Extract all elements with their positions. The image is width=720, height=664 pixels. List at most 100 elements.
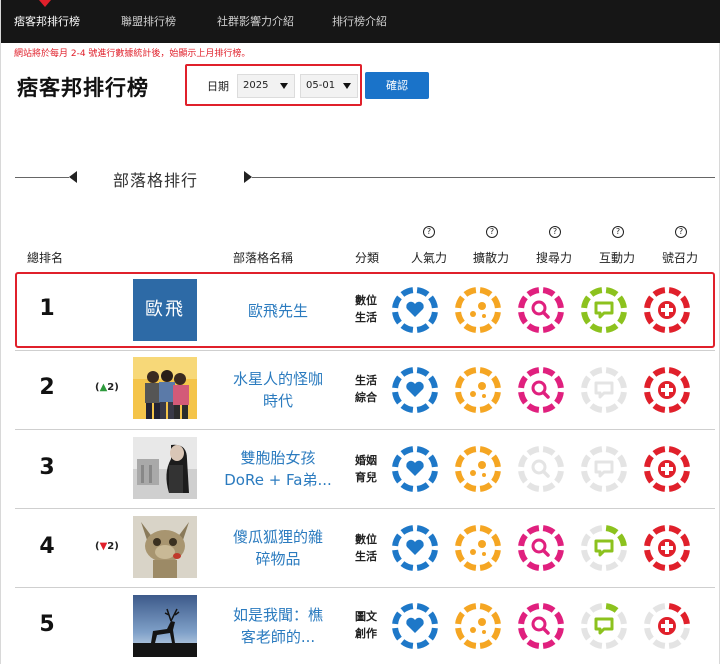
gauge-segment	[554, 611, 564, 625]
search-gauge[interactable]	[517, 602, 565, 650]
gauge-segment	[455, 627, 465, 641]
blog-name-line: 時代	[262, 392, 293, 410]
year-select[interactable]: 2025	[237, 74, 295, 98]
search-icon	[531, 459, 550, 478]
blog-avatar[interactable]	[133, 437, 197, 499]
gauge-segment	[479, 446, 493, 456]
gauge-segment	[668, 525, 682, 535]
search-gauge[interactable]	[517, 445, 565, 493]
spread-gauge[interactable]	[454, 445, 502, 493]
ranking-row[interactable]: 4 (▼2) 傻瓜狐狸的雜 碎物品 數位 生活	[15, 509, 715, 587]
month-select[interactable]: 05-01	[300, 74, 358, 98]
gauge-segment	[491, 549, 501, 563]
rank-number: 3	[39, 455, 55, 480]
blog-avatar[interactable]	[133, 516, 197, 578]
gauge-segment	[680, 549, 690, 563]
blog-name-line: DoRe + Fa弟...	[224, 471, 332, 489]
gauge-segment	[416, 482, 430, 492]
nav-tab-alliance-ranking[interactable]: 聯盟排行榜	[121, 0, 176, 43]
gauge-segment	[455, 549, 465, 563]
ranking-row[interactable]: 3 雙胞胎女孩 DoRe + Fa弟... 婚姻 育兒	[15, 430, 715, 508]
gauge-segment	[455, 470, 465, 484]
appeal-help-icon[interactable]: ?	[675, 226, 687, 238]
appeal-gauge[interactable]	[643, 602, 691, 650]
blog-name-line: 水星人的怪咖	[232, 370, 323, 388]
comment-icon	[594, 539, 614, 557]
interaction-gauge[interactable]	[580, 602, 628, 650]
gauge-segment	[428, 311, 438, 325]
blog-avatar[interactable]: 歐飛	[133, 279, 197, 341]
appeal-gauge[interactable]	[643, 524, 691, 572]
gauge-segment	[581, 311, 591, 325]
rank-number: 5	[39, 612, 55, 637]
popularity-gauge[interactable]	[391, 366, 439, 414]
interaction-gauge[interactable]	[580, 286, 628, 334]
gauge-segment	[455, 611, 465, 625]
category-line: 圖文	[355, 610, 377, 623]
blog-name-link[interactable]: 雙胞胎女孩 DoRe + Fa弟...	[205, 447, 351, 491]
popularity-gauge[interactable]	[391, 445, 439, 493]
gauge-segment	[416, 367, 430, 377]
interaction-gauge[interactable]	[580, 366, 628, 414]
gauge-segment	[644, 549, 654, 563]
gauge-segment	[581, 627, 591, 641]
avatar-logo-text: 歐飛	[145, 299, 185, 320]
gauge-segment	[463, 603, 477, 613]
ranking-row[interactable]: 5 如是我聞：樵 客老師的... 圖文 創作	[15, 588, 715, 664]
ranking-row[interactable]: 2 (▲2) 水星人的怪咖 時代 生活 綜合	[15, 351, 715, 429]
gauge-segment	[400, 446, 414, 456]
blog-name-link[interactable]: 歐飛先生	[205, 300, 351, 322]
spread-gauge[interactable]	[454, 366, 502, 414]
appeal-gauge[interactable]	[643, 366, 691, 414]
confirm-button[interactable]: 確認	[365, 72, 429, 99]
blog-avatar[interactable]	[133, 595, 197, 657]
gauge-segment	[644, 611, 654, 625]
appeal-gauge[interactable]	[643, 445, 691, 493]
blog-name-link[interactable]: 如是我聞：樵 客老師的...	[205, 604, 351, 648]
gauge-segment	[617, 533, 627, 547]
popularity-gauge[interactable]	[391, 602, 439, 650]
next-arrow-icon[interactable]	[244, 171, 252, 183]
share-icon	[470, 540, 486, 556]
nav-tab-social-influence[interactable]: 社群影響力介紹	[217, 0, 294, 43]
gauge-segment	[554, 295, 564, 309]
gauge-segment	[491, 311, 501, 325]
interaction-gauge[interactable]	[580, 524, 628, 572]
gauge-segment	[652, 446, 666, 456]
spread-gauge[interactable]	[454, 524, 502, 572]
gauge-segment	[581, 391, 591, 405]
previous-arrow-icon[interactable]	[69, 171, 77, 183]
gauge-segment	[479, 639, 493, 649]
search-gauge[interactable]	[517, 366, 565, 414]
ranking-row[interactable]: 1 歐飛 歐飛先生 數位 生活	[15, 272, 715, 348]
column-header-rank: 總排名	[27, 251, 64, 265]
gauge-segment	[581, 470, 591, 484]
blog-avatar[interactable]	[133, 357, 197, 419]
spread-gauge[interactable]	[454, 286, 502, 334]
nav-tab-ranking-intro[interactable]: 排行榜介紹	[332, 0, 387, 43]
popularity-help-icon[interactable]: ?	[423, 226, 435, 238]
gauge-segment	[668, 403, 682, 413]
gauge-segment	[617, 627, 627, 641]
appeal-gauge[interactable]	[643, 286, 691, 334]
date-label: 日期	[207, 80, 229, 93]
gauge-segment	[400, 323, 414, 333]
popularity-gauge[interactable]	[391, 286, 439, 334]
search-help-icon[interactable]: ?	[549, 226, 561, 238]
popularity-gauge[interactable]	[391, 524, 439, 572]
gauge-segment	[680, 375, 690, 389]
search-gauge[interactable]	[517, 524, 565, 572]
blog-name-link[interactable]: 水星人的怪咖 時代	[205, 368, 351, 412]
spread-gauge[interactable]	[454, 602, 502, 650]
heart-icon	[406, 617, 424, 633]
category-line: 數位	[355, 533, 377, 546]
interaction-gauge[interactable]	[580, 445, 628, 493]
interaction-help-icon[interactable]: ?	[612, 226, 624, 238]
gauge-segment	[463, 561, 477, 571]
spread-help-icon[interactable]: ?	[486, 226, 498, 238]
search-gauge[interactable]	[517, 286, 565, 334]
blog-name-line: 客老師的...	[240, 628, 316, 646]
comment-icon	[594, 617, 614, 635]
blog-name-link[interactable]: 傻瓜狐狸的雜 碎物品	[205, 526, 351, 570]
gauge-segment	[428, 391, 438, 405]
